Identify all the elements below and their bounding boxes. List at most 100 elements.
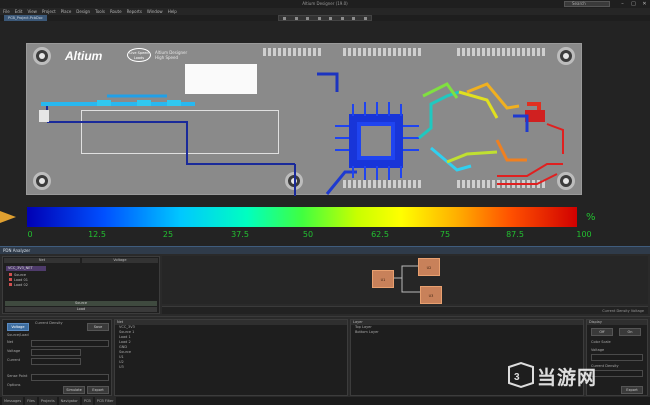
voltage-label: Voltage xyxy=(591,348,605,352)
close-button[interactable]: ✕ xyxy=(641,0,648,8)
pdn-network-panel: Net Voltage VCC_3V3_NET Source Load 01 L… xyxy=(0,254,650,323)
menu-place[interactable]: Place xyxy=(61,8,72,15)
menu-route[interactable]: Route xyxy=(110,8,122,15)
row-label: Net xyxy=(7,340,14,344)
line-icon[interactable] xyxy=(363,16,367,20)
row-label: Voltage xyxy=(7,349,21,353)
display-off-button[interactable]: Off xyxy=(591,328,613,336)
menu-edit[interactable]: Edit xyxy=(15,8,23,15)
column-header-voltage[interactable]: Voltage xyxy=(82,258,158,263)
scale-tick-label: 87.5 xyxy=(506,230,524,239)
row-label: Current xyxy=(7,358,21,362)
net-marker-icon xyxy=(9,283,12,286)
filter-icon[interactable] xyxy=(283,16,287,20)
menu-tools[interactable]: Tools xyxy=(95,8,105,15)
pcb-board: Altium Live Speed Loads Altium Designer … xyxy=(26,43,582,196)
status-tab-pcb[interactable]: PCB xyxy=(81,397,93,405)
copper-traces xyxy=(39,72,564,196)
scale-tick-label: 100 xyxy=(576,230,592,239)
save-button[interactable]: Save xyxy=(87,323,109,331)
scale-ticks: 0 12.5 25 37.5 50 62.5 75 87.5 100 xyxy=(0,230,650,242)
menu-design[interactable]: Design xyxy=(76,8,90,15)
graph-connectors xyxy=(394,265,420,293)
list-item[interactable]: U3 xyxy=(115,365,347,370)
route-icon[interactable] xyxy=(329,16,333,20)
title-bar: Altium Designer (19.0) Search – □ ✕ xyxy=(0,0,650,8)
voltage-field[interactable] xyxy=(31,349,81,356)
graph-footer: Source Load Via Layer Current Density Vo… xyxy=(162,306,648,323)
menu-bar: File Edit View Project Place Design Tool… xyxy=(0,8,650,15)
scale-tick-label: 12.5 xyxy=(88,230,106,239)
nets-column-headers: Net Voltage xyxy=(3,257,159,264)
color-scale-label: Color Scale xyxy=(591,340,611,344)
graph-node[interactable]: U2 xyxy=(418,258,440,276)
objects-box: Net VCC_3V3 Source 1 Load 1 Load 2 GND S… xyxy=(114,319,348,396)
scale-tick-label: 50 xyxy=(302,230,314,239)
svg-text:3: 3 xyxy=(514,372,520,383)
scale-pointer xyxy=(0,211,16,223)
menu-help[interactable]: Help xyxy=(168,8,177,15)
export-button[interactable]: Export xyxy=(87,386,109,394)
place-icon[interactable] xyxy=(340,16,344,20)
status-tab-projects[interactable]: Projects xyxy=(38,397,57,405)
column-header-net[interactable]: Net xyxy=(4,258,80,263)
move-icon[interactable] xyxy=(294,16,298,20)
sense-point-field[interactable] xyxy=(31,374,109,381)
watermark-text: 当游网 xyxy=(537,368,598,389)
voltage-select[interactable] xyxy=(591,354,643,361)
nets-list: Net Voltage VCC_3V3_NET Source Load 01 L… xyxy=(2,256,160,314)
color-scale-bar xyxy=(27,207,577,227)
menu-reports[interactable]: Reports xyxy=(127,8,142,15)
net-marker-icon xyxy=(9,273,12,276)
display-on-button[interactable]: On xyxy=(619,328,641,336)
minimize-button[interactable]: – xyxy=(619,0,626,8)
source-bar[interactable]: Source xyxy=(5,301,157,306)
scale-unit: % xyxy=(586,212,596,223)
status-tab-navigator[interactable]: Navigator xyxy=(58,397,80,405)
current-field[interactable] xyxy=(31,358,81,365)
row-label: Sense Point xyxy=(7,374,28,378)
selected-net[interactable]: VCC_3V3_NET xyxy=(6,266,46,271)
list-item[interactable]: Load 02 xyxy=(9,283,159,288)
select-icon[interactable] xyxy=(306,16,310,20)
align-icon[interactable] xyxy=(317,16,321,20)
menu-file[interactable]: File xyxy=(3,8,10,15)
maximize-button[interactable]: □ xyxy=(630,0,637,8)
settings-box: Voltage Current Density Save Source/Load… xyxy=(2,319,112,396)
graph-mode[interactable]: Current Density Voltage xyxy=(602,307,644,315)
status-tab-files[interactable]: Files xyxy=(25,397,37,405)
menu-view[interactable]: View xyxy=(27,8,37,15)
list-item[interactable]: Bottom Layer xyxy=(351,330,583,335)
scale-tick-label: 0 xyxy=(27,230,33,239)
window-title: Altium Designer (19.0) xyxy=(302,1,348,6)
scale-tick-label: 37.5 xyxy=(231,230,249,239)
scale-tick-label: 25 xyxy=(162,230,174,239)
row-label: Source/Load xyxy=(7,333,29,337)
graph-node[interactable]: U3 xyxy=(420,286,442,304)
menu-project[interactable]: Project xyxy=(42,8,56,15)
status-bar: Messages Files Projects Navigator PCB PC… xyxy=(0,397,650,405)
pcb-canvas[interactable]: Altium Live Speed Loads Altium Designer … xyxy=(0,21,650,246)
simulate-button[interactable]: Simulate xyxy=(63,386,85,394)
status-tab-messages[interactable]: Messages xyxy=(2,397,24,405)
status-tab-pcb-filter[interactable]: PCB Filter xyxy=(94,397,116,405)
display-header: Display xyxy=(587,320,647,325)
panel-header[interactable]: PDN Analyzer xyxy=(0,246,650,254)
tab-current-density[interactable]: Current Density xyxy=(35,321,63,326)
net-marker-icon xyxy=(9,278,12,281)
menu-window[interactable]: Window xyxy=(147,8,163,15)
net-field[interactable] xyxy=(31,340,109,347)
tab-voltage[interactable]: Voltage xyxy=(7,323,29,331)
app-window: Altium Designer (19.0) Search – □ ✕ File… xyxy=(0,0,650,405)
row-label: Options xyxy=(7,383,21,387)
scale-tick-label: 62.5 xyxy=(371,230,389,239)
watermark: 3 当游网 xyxy=(505,361,645,391)
window-controls: – □ ✕ xyxy=(619,0,648,8)
scale-tick-label: 75 xyxy=(439,230,451,239)
load-bar[interactable]: Load xyxy=(5,307,157,312)
search-input[interactable]: Search xyxy=(564,1,610,7)
watermark-logo-icon: 3 xyxy=(508,361,534,389)
text-icon[interactable] xyxy=(352,16,356,20)
network-graph[interactable]: U1 U2 U3 xyxy=(162,256,648,304)
graph-node[interactable]: U1 xyxy=(372,270,394,288)
